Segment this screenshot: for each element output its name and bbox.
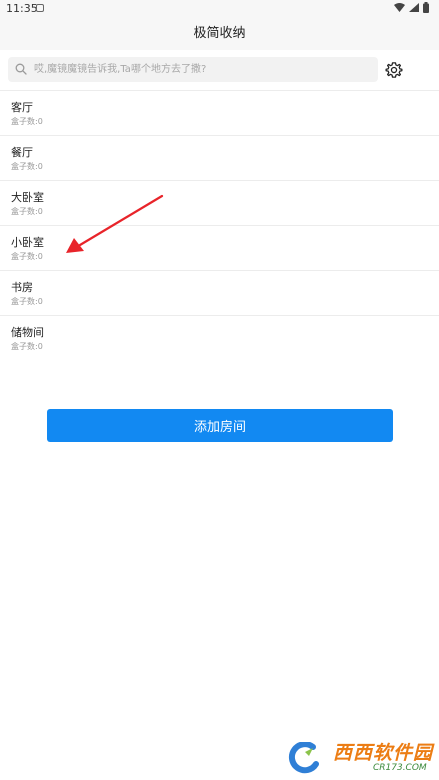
box-count-value: 0 — [37, 342, 43, 351]
battery-icon — [423, 2, 429, 13]
box-count-value: 0 — [37, 117, 43, 126]
list-item[interactable]: 小卧室 盒子数:0 — [0, 225, 439, 270]
search-row — [0, 50, 439, 90]
box-count-label: 盒子数: — [11, 117, 38, 126]
box-count: 盒子数:0 — [11, 161, 43, 172]
status-icons — [394, 2, 429, 13]
watermark-cn: 西西软件园 — [332, 742, 433, 764]
box-count-value: 0 — [37, 297, 43, 306]
box-count-label: 盒子数: — [11, 162, 38, 171]
box-count-value: 0 — [37, 162, 43, 171]
search-input[interactable] — [34, 57, 372, 82]
page-title: 极简收纳 — [193, 26, 246, 41]
list-item[interactable]: 大卧室 盒子数:0 — [0, 180, 439, 225]
watermark-logo-icon — [288, 742, 319, 774]
room-name: 储物间 — [11, 326, 44, 339]
list-item[interactable]: 书房 盒子数:0 — [0, 270, 439, 315]
search-icon — [15, 63, 27, 75]
room-name: 书房 — [11, 281, 33, 294]
box-count-label: 盒子数: — [11, 297, 38, 306]
search-box[interactable] — [8, 57, 378, 82]
app-bar: 极简收纳 — [0, 18, 439, 50]
status-bar: 11:35 — [0, 0, 439, 18]
room-name: 大卧室 — [11, 191, 44, 204]
list-item[interactable]: 储物间 盒子数:0 — [0, 315, 439, 360]
watermark-logo: 西西软件园 CR173.COM — [233, 740, 433, 776]
gear-icon[interactable] — [385, 61, 403, 79]
signal-icon — [409, 3, 419, 12]
wifi-icon — [394, 3, 405, 12]
box-count: 盒子数:0 — [11, 251, 43, 262]
notification-icon — [36, 4, 44, 12]
watermark-text: 西西软件园 CR173.COM — [333, 743, 433, 773]
watermark-en: CR173.COM — [372, 763, 427, 773]
room-name: 客厅 — [11, 101, 33, 114]
box-count: 盒子数:0 — [11, 116, 43, 127]
box-count: 盒子数:0 — [11, 341, 43, 352]
box-count-label: 盒子数: — [11, 342, 38, 351]
box-count: 盒子数:0 — [11, 296, 43, 307]
box-count-label: 盒子数: — [11, 252, 38, 261]
add-room-button[interactable]: 添加房间 — [47, 409, 393, 442]
room-name: 小卧室 — [11, 236, 44, 249]
box-count-label: 盒子数: — [11, 207, 38, 216]
status-time: 11:35 — [6, 2, 38, 15]
box-count-value: 0 — [37, 252, 43, 261]
box-count: 盒子数:0 — [11, 206, 43, 217]
box-count-value: 0 — [37, 207, 43, 216]
room-list: 客厅 盒子数:0 餐厅 盒子数:0 大卧室 盒子数:0 小卧室 盒子数:0 书房… — [0, 90, 439, 360]
room-name: 餐厅 — [11, 146, 33, 159]
list-item[interactable]: 餐厅 盒子数:0 — [0, 135, 439, 180]
list-item[interactable]: 客厅 盒子数:0 — [0, 90, 439, 135]
